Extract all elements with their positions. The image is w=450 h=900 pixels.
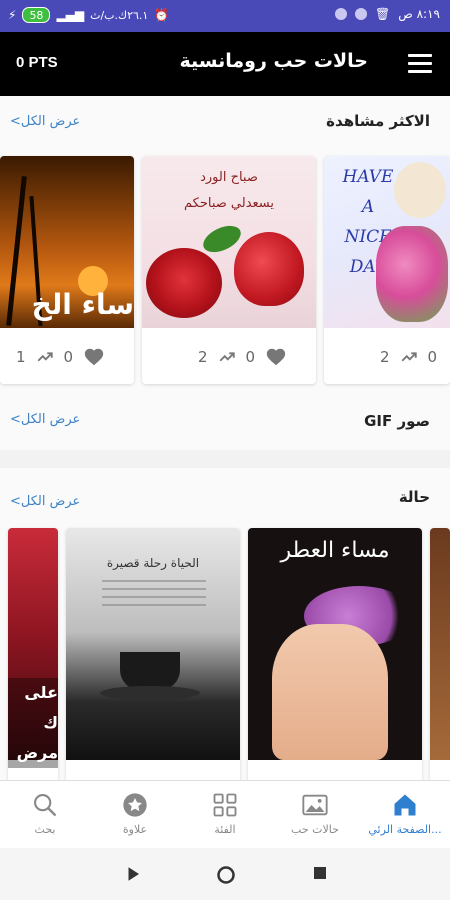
likes-count: 0	[245, 348, 256, 366]
section-title: حالة	[398, 488, 430, 506]
status-right: 🗑 ٨:١٩ ص	[335, 7, 440, 21]
nav-category[interactable]: الفئة	[180, 781, 270, 848]
views-count: 1	[16, 348, 26, 366]
card-stats: 2 0	[324, 330, 450, 384]
nav-bonus[interactable]: علاوة	[90, 781, 180, 848]
trash-icon: 🗑	[375, 7, 391, 21]
card-image-text-1: صباح الورد	[200, 170, 258, 185]
coffee-cup	[120, 652, 180, 690]
card-carousel[interactable]: على ك مرض الحياة رحلة قصيرة مساء العطر	[0, 528, 450, 788]
card-image: على ك مرض	[8, 528, 58, 768]
card-image-text: الحياة رحلة قصيرة	[106, 556, 200, 570]
image-card[interactable]: HAVE A NICE DAY 2 0	[324, 156, 450, 384]
section-most-viewed: الاكثر مشاهدة عرض الكل> ساء الخ 1 0 صباح…	[0, 96, 450, 392]
flowers	[376, 226, 448, 322]
nav-search[interactable]: بحث	[0, 781, 90, 848]
app-bar: 0 PTS حالات حب رومانسية	[0, 32, 450, 96]
text-lines	[102, 580, 206, 610]
nav-label: حالات حب	[291, 823, 339, 836]
card-image	[430, 528, 450, 760]
see-all-link[interactable]: عرض الكل>	[10, 494, 80, 509]
net-speed: ٢٦.١ك.ب/ث	[90, 8, 149, 22]
image-card[interactable]: ساء الخ 1 0	[0, 156, 134, 384]
nav-label: بحث	[34, 823, 56, 836]
views-count: 2	[198, 348, 208, 366]
section-header: حالة عرض الكل>	[0, 468, 450, 520]
system-navigation-bar	[0, 848, 450, 900]
notification-dot-icon	[355, 8, 368, 20]
card-stats: 2 0	[142, 330, 316, 384]
views-count: 2	[380, 348, 390, 366]
nav-label: الفئة	[214, 823, 236, 836]
section-header: الاكثر مشاهدة عرض الكل>	[0, 96, 450, 148]
cup	[234, 232, 304, 306]
grid-icon	[213, 793, 237, 817]
image-card[interactable]	[430, 528, 450, 788]
notification-dot-icon	[335, 8, 348, 20]
section-gif: صور GIF عرض الكل>	[0, 392, 450, 450]
trending-icon	[37, 352, 53, 362]
card-image-text-2: يسعدلي صباحكم	[183, 196, 275, 211]
card-image-text: على ك مرض	[8, 678, 58, 768]
nav-home[interactable]: الصفحة الرئي...	[360, 781, 450, 848]
likes-count: 0	[63, 348, 74, 366]
alarm-icon: ⏰	[154, 8, 170, 22]
nav-love-status[interactable]: حالات حب	[270, 781, 360, 848]
card-stats: 1 0	[0, 330, 134, 384]
card-image: صباح الورد يسعدلي صباحكم	[142, 156, 316, 328]
saucer	[100, 686, 200, 700]
card-carousel[interactable]: ساء الخ 1 0 صباح الورد يسعدلي صباحكم 2 0…	[0, 156, 450, 388]
home-icon	[394, 794, 416, 816]
image-card[interactable]: الحياة رحلة قصيرة	[66, 528, 240, 788]
card-image: الحياة رحلة قصيرة	[66, 528, 240, 760]
clock: ٨:١٩ ص	[398, 7, 440, 21]
heart-icon[interactable]	[265, 346, 287, 368]
teddy-bear	[394, 162, 446, 218]
likes-count: 0	[427, 348, 438, 366]
trending-icon	[401, 352, 417, 362]
image-card[interactable]: صباح الورد يسعدلي صباحكم 2 0	[142, 156, 316, 384]
section-status: حالة عرض الكل> على ك مرض الحياة رحلة قصي…	[0, 468, 450, 788]
flash-icon: ⚡	[8, 8, 17, 22]
home-circle-icon[interactable]	[216, 865, 236, 885]
trending-icon	[219, 352, 235, 362]
signal-icon: ▂▄▆	[56, 8, 85, 22]
rose	[146, 248, 222, 318]
hamburger-menu-icon[interactable]	[408, 54, 432, 74]
heart-icon[interactable]	[83, 346, 105, 368]
star-badge-icon	[123, 793, 147, 817]
section-title: الاكثر مشاهدة	[326, 112, 430, 130]
card-image: HAVE A NICE DAY	[324, 156, 450, 328]
card-image-text: ساء الخ	[31, 288, 134, 321]
status-bar: ⚡ 58 ▂▄▆ ٢٦.١ك.ب/ث ⏰ 🗑 ٨:١٩ ص	[0, 0, 450, 32]
back-icon[interactable]	[124, 865, 142, 883]
card-image-text: مساء العطر	[280, 538, 390, 563]
image-card[interactable]: مساء العطر	[248, 528, 422, 788]
nav-label: الصفحة الرئي...	[368, 823, 442, 836]
app-title: حالات حب رومانسية	[179, 50, 369, 72]
screen: ⚡ 58 ▂▄▆ ٢٦.١ك.ب/ث ⏰ 🗑 ٨:١٩ ص 0 PTS حالا…	[0, 0, 450, 900]
battery-indicator: 58	[22, 7, 51, 23]
recents-square-icon[interactable]	[312, 865, 328, 881]
status-left: ⚡ 58 ▂▄▆ ٢٦.١ك.ب/ث ⏰	[8, 7, 169, 23]
image-card[interactable]: على ك مرض	[8, 528, 58, 788]
nav-label: علاوة	[122, 823, 148, 836]
card-image: ساء الخ	[0, 156, 134, 328]
search-icon	[34, 794, 57, 817]
points-counter[interactable]: 0 PTS	[16, 54, 58, 71]
see-all-link[interactable]: عرض الكل>	[10, 412, 80, 427]
section-header: صور GIF عرض الكل>	[0, 392, 450, 444]
image-icon	[302, 794, 328, 816]
bottom-navigation: بحث علاوة الفئة حالات حب الصفحة الرئي...	[0, 780, 450, 848]
see-all-link[interactable]: عرض الكل>	[10, 114, 80, 129]
card-image: مساء العطر	[248, 528, 422, 760]
hand	[272, 624, 388, 760]
section-title: صور GIF	[364, 412, 430, 430]
